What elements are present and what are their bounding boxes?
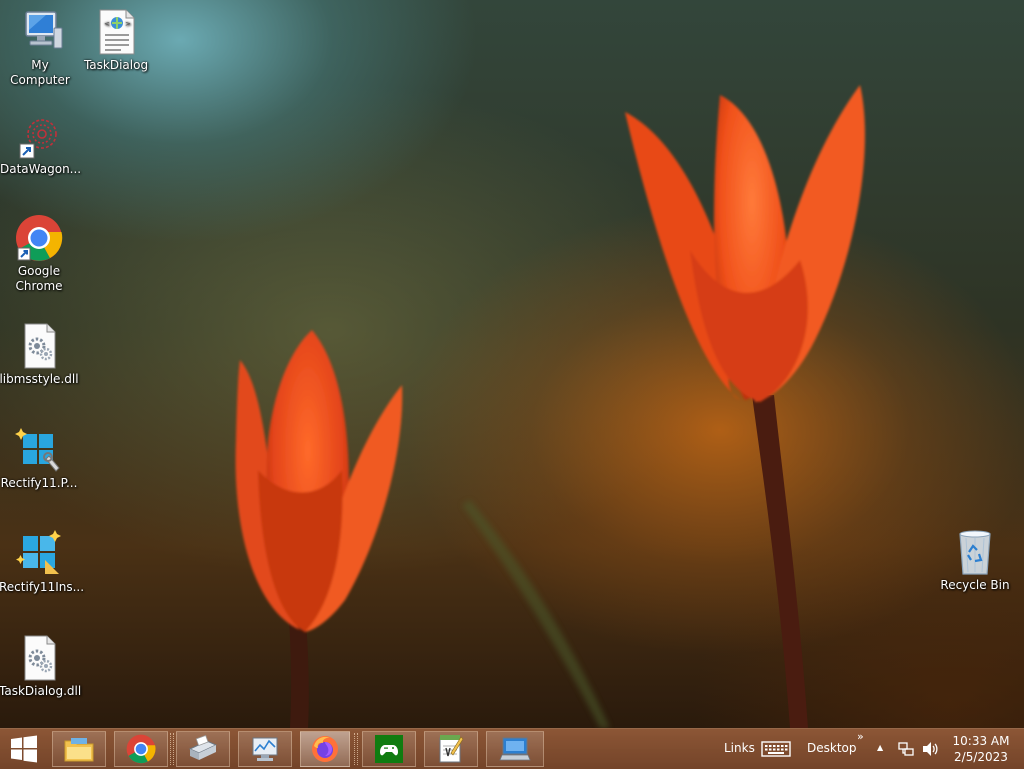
desktop-icon-label: DataWagon... — [0, 162, 82, 176]
desktop-icon-google-chrome[interactable]: Google Chrome — [0, 214, 79, 294]
desktop-icon-label: TaskDialog.dll — [0, 684, 82, 698]
rectify11-installer-icon — [15, 530, 63, 578]
dll-file-icon — [15, 322, 63, 370]
desktop-icon-label: Rectify11.P... — [0, 476, 78, 490]
recycle-bin-icon — [951, 528, 999, 576]
xbox-icon — [375, 735, 403, 763]
taskbar-file-explorer[interactable] — [52, 731, 106, 767]
svg-text:>: > — [125, 20, 131, 28]
firefox-icon — [312, 736, 338, 762]
file-explorer-icon — [64, 738, 94, 762]
start-button[interactable] — [0, 729, 48, 769]
desktop-icon-rectify11-p[interactable]: Rectify11.P... — [0, 426, 79, 491]
network-icon[interactable] — [898, 741, 914, 757]
start-icon — [11, 735, 37, 763]
desktop-icon-taskdialog[interactable]: < > TaskDialog — [76, 8, 156, 73]
keyboard-icon[interactable] — [761, 740, 791, 758]
taskbar-chrome[interactable] — [114, 731, 168, 767]
datawagon-icon — [16, 112, 64, 160]
wallpaper-tulips — [235, 85, 865, 728]
toolbar-overflow-chevron[interactable]: » — [857, 730, 864, 743]
remote-desktop-icon — [499, 737, 531, 761]
dll-file-icon — [15, 634, 63, 682]
toolbar-grip[interactable] — [354, 733, 358, 765]
desktop-icon-datawagon[interactable]: DataWagon... — [0, 112, 82, 177]
rectify11-patcher-icon — [15, 426, 63, 474]
desktop-icon-label: My Computer — [10, 58, 70, 87]
performance-monitor-icon — [252, 737, 278, 761]
taskbar-performance-monitor[interactable] — [238, 731, 292, 767]
desktop-icon-label: Google Chrome — [15, 264, 63, 293]
toolbar-grip[interactable] — [170, 733, 174, 765]
show-hidden-icons-button[interactable]: ▲ — [877, 743, 883, 752]
desktop-icon-label: Recycle Bin — [940, 578, 1010, 592]
links-toolbar-label[interactable]: Links — [724, 741, 755, 755]
taskbar: Links Desktop » ▲ — [0, 728, 1024, 769]
desktop-icon-label: TaskDialog — [83, 58, 149, 72]
computer-icon — [16, 8, 64, 56]
notepad-icon — [439, 735, 464, 763]
taskbar-xbox[interactable] — [362, 731, 416, 767]
desktop-icon-libmsstyle-dll[interactable]: libmsstyle.dll — [0, 322, 79, 387]
taskbar-notepad[interactable] — [424, 731, 478, 767]
taskbar-remote-desktop[interactable] — [486, 731, 544, 767]
clock-time: 10:33 AM — [952, 734, 1010, 748]
desktop-icon-label: libmsstyle.dll — [0, 372, 79, 386]
chrome-icon — [126, 734, 156, 764]
chrome-icon — [15, 214, 63, 262]
clock-date: 2/5/2023 — [954, 750, 1008, 764]
desktop-icon-taskdialog-dll[interactable]: TaskDialog.dll — [0, 634, 82, 699]
desktop-icon-recycle-bin[interactable]: Recycle Bin — [935, 528, 1015, 593]
scanner-icon — [188, 735, 218, 760]
html-document-icon: < > — [92, 8, 140, 56]
desktop-icon-rectify11-installer[interactable]: Rectify11Ins... — [0, 530, 85, 595]
taskbar-firefox[interactable] — [300, 731, 350, 767]
desktop[interactable]: My Computer < > TaskDialog DataWagon... … — [0, 0, 1024, 728]
desktop-icon-my-computer[interactable]: My Computer — [0, 8, 80, 88]
volume-icon[interactable] — [921, 741, 939, 757]
svg-text:<: < — [104, 20, 110, 28]
taskbar-clock[interactable]: 10:33 AM 2/5/2023 — [950, 733, 1012, 765]
desktop-toolbar-label[interactable]: Desktop — [807, 741, 857, 755]
desktop-icon-label: Rectify11Ins... — [0, 580, 85, 594]
taskbar-scanner[interactable] — [176, 731, 230, 767]
